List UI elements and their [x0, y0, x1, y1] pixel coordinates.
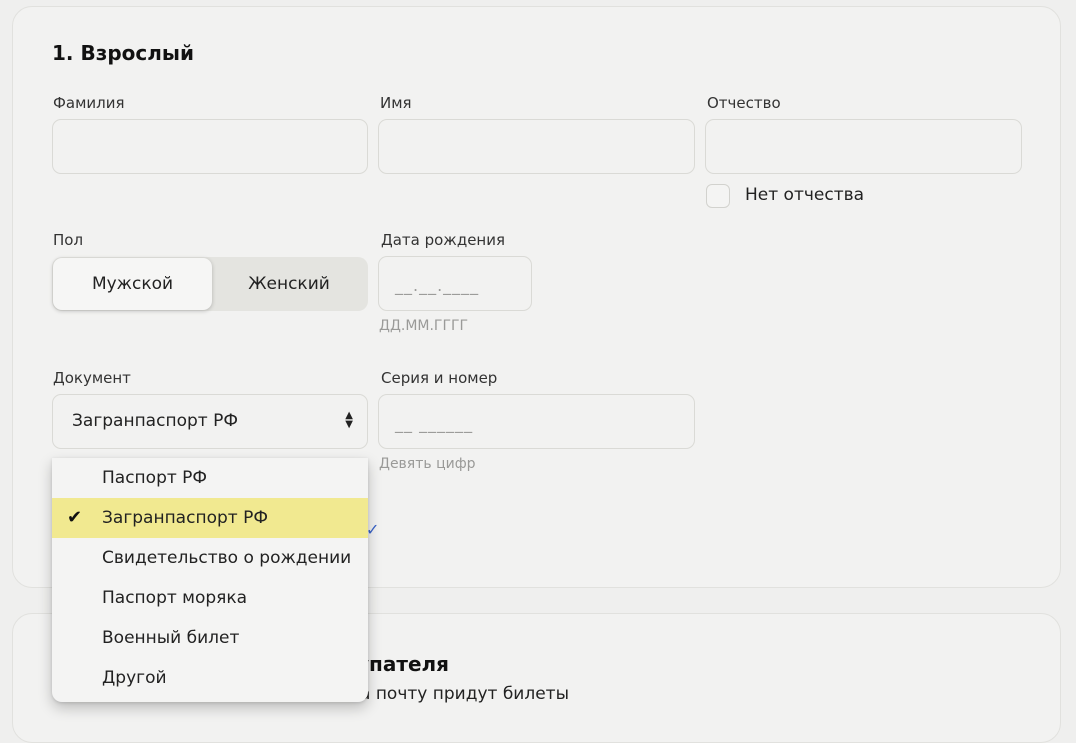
- patronymic-label: Отчество: [707, 94, 781, 112]
- checkmark-icon: ✔: [67, 507, 83, 528]
- first-name-label: Имя: [380, 94, 412, 112]
- select-arrows-icon: ▲ ▼: [345, 410, 353, 430]
- document-dropdown: Паспорт РФ ✔ Загранпаспорт РФ Свидетельс…: [52, 458, 368, 702]
- birth-date-label: Дата рождения: [381, 231, 505, 249]
- last-name-field[interactable]: [52, 119, 368, 174]
- birth-date-hint: ДД.ММ.ГГГГ: [379, 318, 469, 334]
- document-selected-value: Загранпаспорт РФ: [72, 411, 238, 431]
- document-label: Документ: [53, 369, 131, 387]
- option-label: Загранпаспорт РФ: [102, 508, 268, 528]
- option-label: Паспорт моряка: [102, 588, 248, 608]
- buyer-subtitle: а почту придут билеты: [360, 684, 570, 704]
- last-name-label: Фамилия: [53, 94, 125, 112]
- gender-option-male[interactable]: Мужской: [53, 258, 212, 310]
- gender-option-female[interactable]: Женский: [210, 257, 368, 311]
- series-number-field[interactable]: __ ______: [378, 394, 695, 449]
- no-patronymic-label[interactable]: Нет отчества: [745, 185, 864, 205]
- document-option-military-id[interactable]: Военный билет: [52, 618, 368, 658]
- option-label: Военный билет: [102, 628, 240, 648]
- patronymic-field[interactable]: [705, 119, 1022, 174]
- gender-label: Пол: [53, 231, 84, 249]
- no-patronymic-checkbox[interactable]: [706, 184, 730, 208]
- document-option-birth-certificate[interactable]: Свидетельство о рождении: [52, 538, 368, 578]
- gender-selector: Мужской Женский: [52, 257, 368, 311]
- series-number-mask: __ ______: [395, 414, 474, 433]
- option-label: Паспорт РФ: [102, 468, 208, 488]
- series-number-hint: Девять цифр: [379, 456, 476, 472]
- passenger-title: 1. Взрослый: [52, 41, 195, 65]
- birth-date-field[interactable]: __.__.____: [378, 256, 532, 311]
- first-name-field[interactable]: [378, 119, 695, 174]
- document-option-foreign-passport[interactable]: ✔ Загранпаспорт РФ: [52, 498, 368, 538]
- document-option-passport[interactable]: Паспорт РФ: [52, 458, 368, 498]
- option-label: Другой: [102, 668, 167, 688]
- document-select[interactable]: Загранпаспорт РФ ▲ ▼: [52, 394, 368, 449]
- partial-check-icon: ✓: [366, 520, 380, 539]
- option-label: Свидетельство о рождении: [102, 548, 352, 568]
- document-option-seaman-passport[interactable]: Паспорт моряка: [52, 578, 368, 618]
- document-option-other[interactable]: Другой: [52, 658, 368, 698]
- series-number-label: Серия и номер: [381, 369, 498, 387]
- buyer-title: упателя: [356, 652, 449, 676]
- birth-date-mask: __.__.____: [395, 276, 480, 295]
